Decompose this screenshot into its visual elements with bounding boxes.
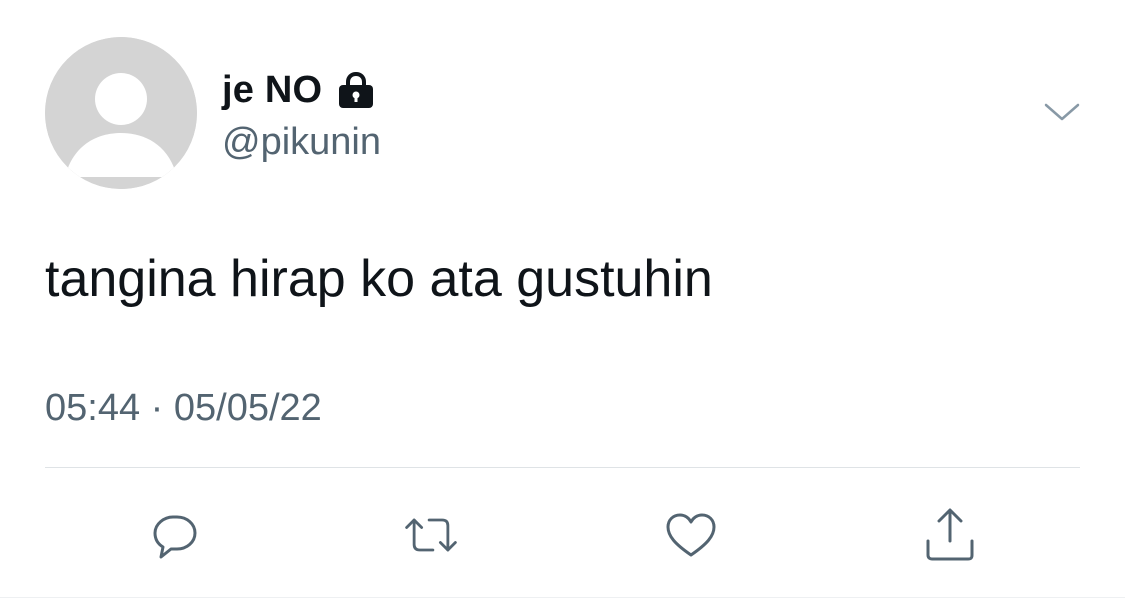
tweet: je NO @pikunin tangina hirap ko ata gust… [0,0,1125,601]
tweet-menu-button[interactable] [1040,97,1084,127]
tweet-text: tangina hirap ko ata gustuhin [45,250,713,308]
reply-icon [153,515,197,559]
bottom-border [0,597,1125,598]
user-handle[interactable]: @pikunin [222,120,381,164]
chevron-down-icon [1044,103,1080,121]
divider [45,467,1080,468]
display-name[interactable]: je NO [222,68,376,112]
reply-button[interactable] [145,505,205,565]
display-name-text: je NO [222,69,323,111]
retweet-icon [405,518,457,552]
lock-icon [339,71,374,108]
tweet-timestamp[interactable]: 05:44 · 05/05/22 [45,385,322,431]
share-button[interactable] [920,505,980,565]
retweet-button[interactable] [401,505,461,565]
like-button[interactable] [661,505,721,565]
avatar[interactable] [45,37,197,189]
heart-icon [666,513,716,557]
share-icon [926,508,974,561]
default-avatar-icon [45,37,197,189]
